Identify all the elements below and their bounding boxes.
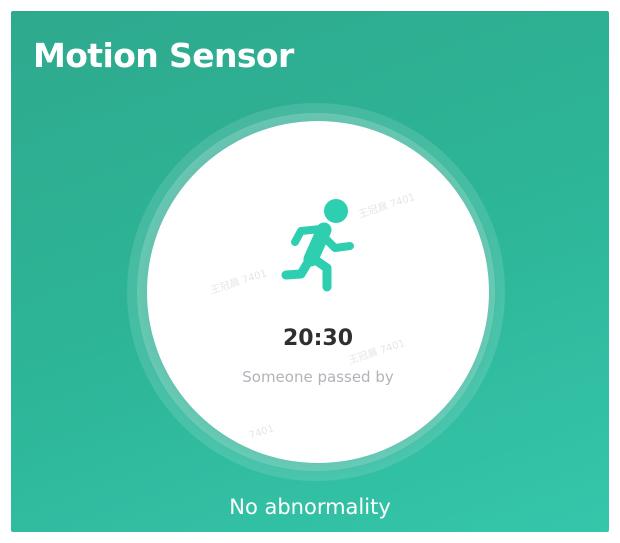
status-text: No abnormality [229,495,391,519]
last-motion-time: 20:30 [282,326,354,351]
motion-sensor-card: Motion Sensor 20:30 Someone passed by 王冠… [11,11,609,532]
watermark: 7401 [247,423,276,442]
watermark: 王冠晨 7401 [209,268,269,297]
watermark: 王冠晨 7401 [357,192,417,221]
last-motion-event: Someone passed by [242,368,394,386]
sensor-status-dial: 20:30 Someone passed by 王冠晨 7401 王冠晨 740… [147,121,489,463]
running-person-icon [281,199,354,292]
page-title: Motion Sensor [33,36,294,75]
